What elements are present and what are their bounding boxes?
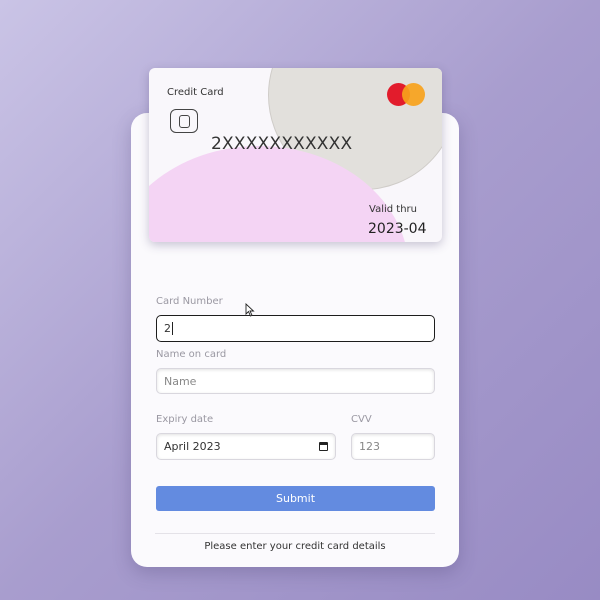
text-caret	[172, 322, 173, 335]
calendar-icon[interactable]	[319, 442, 328, 451]
cvv-placeholder: 123	[359, 440, 380, 453]
expiry-date-label: Expiry date	[156, 414, 214, 425]
form-divider	[155, 533, 435, 534]
card-number-display: 2XXXXXXXXXXX	[211, 134, 353, 154]
chip-icon	[170, 109, 198, 133]
cvv-label: CVV	[351, 414, 372, 425]
name-on-card-input[interactable]: Name	[156, 368, 435, 394]
submit-button[interactable]: Submit	[156, 486, 435, 511]
card-number-label: Card Number	[156, 296, 223, 307]
mastercard-orange-circle	[402, 83, 425, 106]
card-number-input[interactable]: 2	[156, 315, 435, 342]
valid-thru-label: Valid thru	[369, 204, 417, 215]
cvv-input[interactable]: 123	[351, 433, 435, 460]
mastercard-logo-icon	[387, 83, 429, 109]
valid-thru-value: 2023-04	[368, 221, 427, 237]
name-on-card-placeholder: Name	[164, 374, 197, 388]
name-on-card-label: Name on card	[156, 349, 227, 360]
credit-card-preview: Credit Card 2XXXXXXXXXXX Valid thru 2023…	[149, 68, 442, 242]
mouse-pointer-icon	[245, 303, 255, 317]
helper-text: Please enter your credit card details	[204, 541, 386, 552]
expiry-date-input[interactable]: April 2023	[156, 433, 336, 460]
expiry-date-value: April 2023	[164, 440, 221, 453]
card-number-input-value: 2	[164, 322, 171, 335]
card-title: Credit Card	[167, 87, 224, 98]
